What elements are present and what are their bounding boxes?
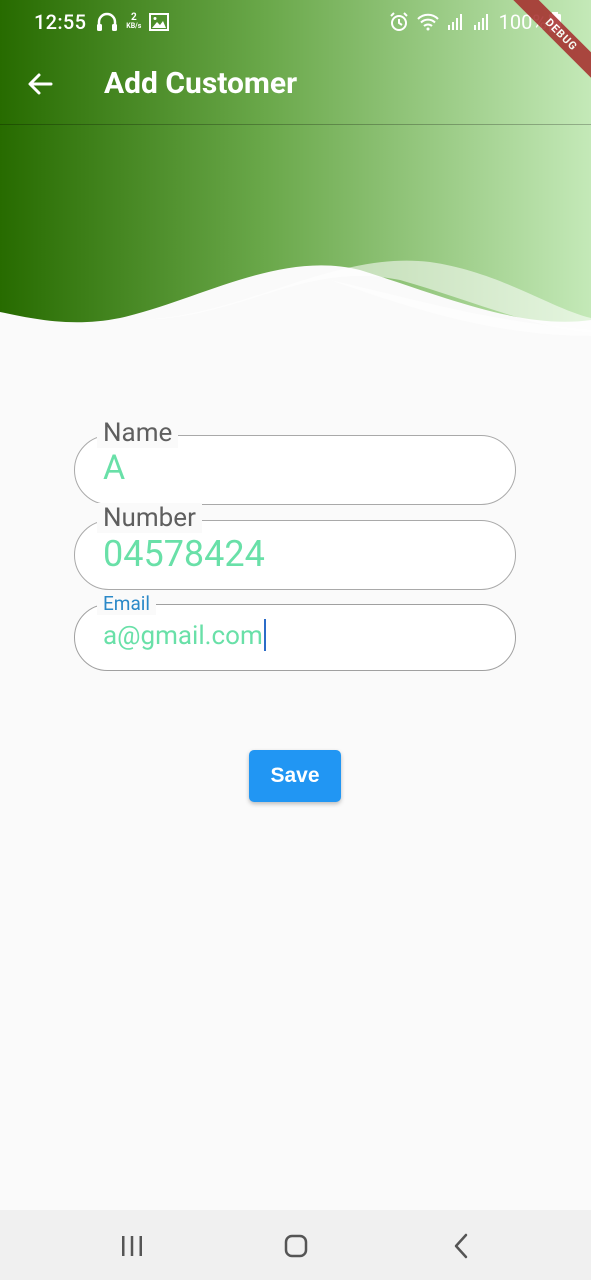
image-icon bbox=[149, 13, 170, 31]
signal-icon-2 bbox=[473, 14, 488, 30]
signal-icon bbox=[447, 14, 462, 30]
number-label: Number bbox=[97, 503, 202, 533]
number-input[interactable]: 04578424 bbox=[103, 533, 265, 575]
email-input-wrap[interactable]: a@gmail.com bbox=[103, 619, 266, 653]
app-bar: Add Customer bbox=[0, 44, 591, 125]
status-time: 12:55 bbox=[34, 10, 87, 34]
recent-apps-icon[interactable] bbox=[118, 1232, 146, 1260]
email-label: Email bbox=[97, 592, 157, 615]
name-input[interactable]: A bbox=[103, 448, 125, 488]
network-speed: 2 KB/s bbox=[126, 12, 142, 31]
headphones-icon bbox=[97, 12, 118, 31]
page-title: Add Customer bbox=[104, 66, 298, 101]
save-button[interactable]: Save bbox=[249, 750, 341, 802]
home-icon[interactable] bbox=[282, 1232, 310, 1260]
text-cursor bbox=[263, 619, 266, 652]
name-field[interactable]: Name A bbox=[74, 418, 516, 505]
number-field[interactable]: Number 04578424 bbox=[74, 503, 516, 590]
name-label: Name bbox=[97, 418, 179, 448]
back-icon[interactable] bbox=[448, 1232, 476, 1260]
alarm-icon bbox=[389, 12, 408, 31]
wifi-icon bbox=[416, 13, 439, 31]
status-bar: 12:55 2 KB/s 100% bbox=[0, 0, 591, 44]
arrow-left-icon[interactable] bbox=[26, 70, 54, 98]
email-field[interactable]: Email a@gmail.com bbox=[74, 592, 516, 671]
navigation-bar bbox=[0, 1210, 591, 1280]
email-input[interactable]: a@gmail.com bbox=[103, 621, 263, 651]
